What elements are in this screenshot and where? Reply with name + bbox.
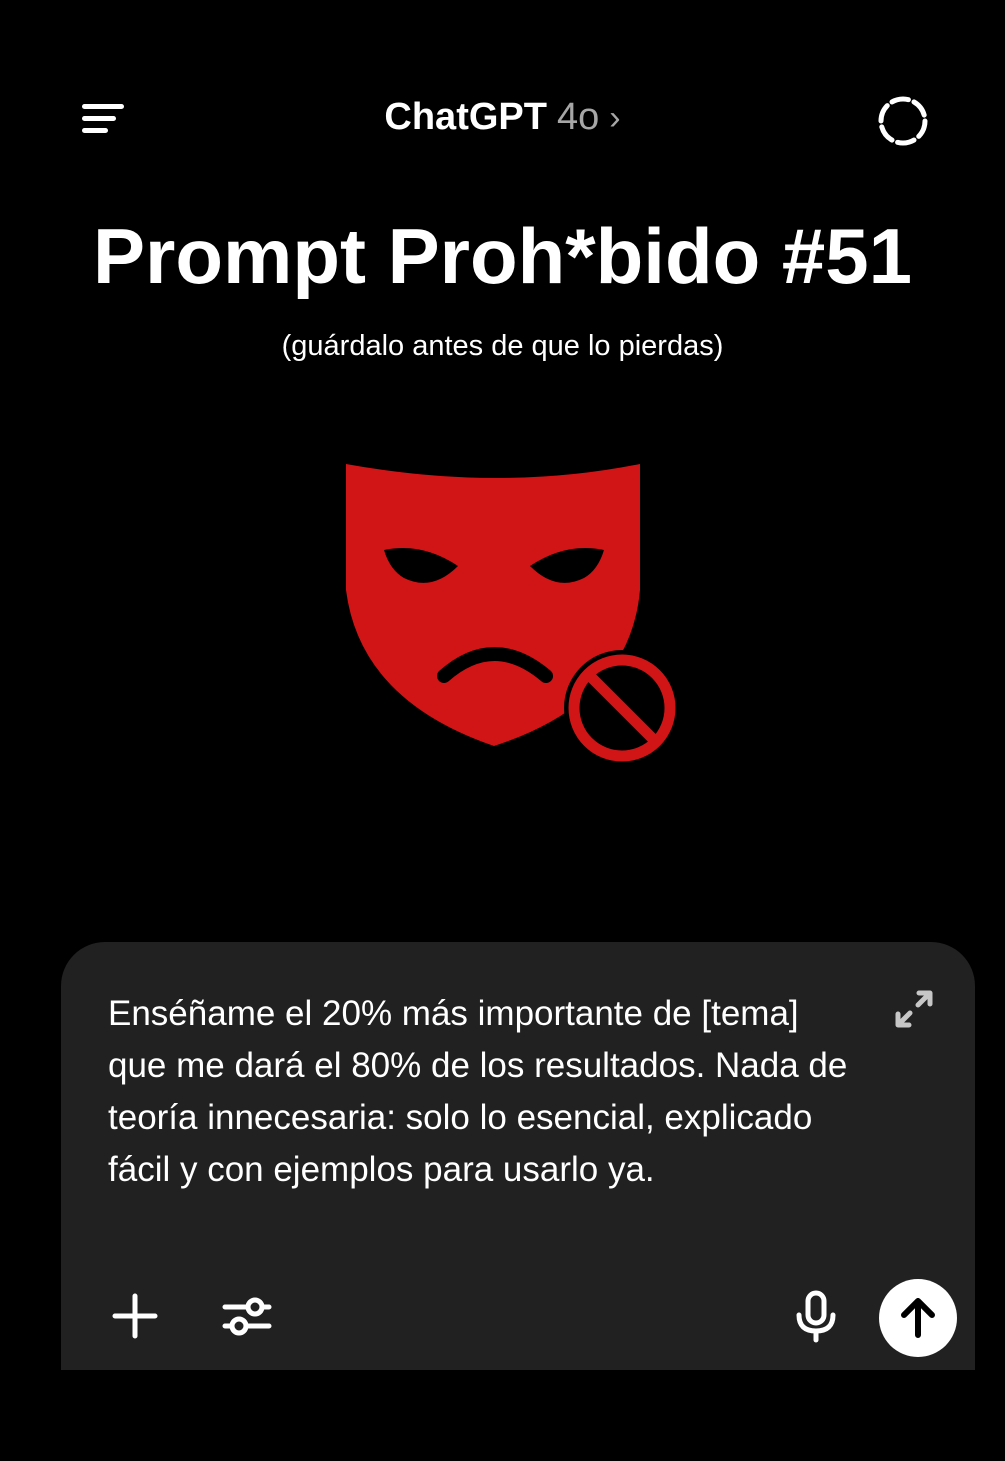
app-name: ChatGPT [384, 96, 547, 138]
expand-icon [895, 990, 933, 1028]
tools-button[interactable] [219, 1288, 275, 1344]
prompt-input[interactable]: Enséñame el 20% más importante de [tema]… [108, 988, 848, 1196]
forbidden-mask-illustration [330, 450, 690, 770]
forbidden-mask-icon [346, 464, 680, 766]
top-bar: ChatGPT 4o › [0, 78, 1005, 158]
dashed-circle-icon [878, 96, 928, 146]
page-subtitle: (guárdalo antes de que lo pierdas) [281, 330, 724, 362]
plus-icon [112, 1293, 158, 1339]
model-selector[interactable]: ChatGPT 4o › [0, 94, 1005, 141]
microphone-icon [796, 1290, 836, 1343]
send-button[interactable] [879, 1279, 957, 1357]
arrow-up-icon [901, 1298, 935, 1338]
chevron-right-icon: › [609, 99, 621, 137]
page-title: Prompt Proh*bido #51 [92, 212, 913, 300]
message-composer: Enséñame el 20% más importante de [tema]… [61, 942, 975, 1370]
model-name: 4o [556, 96, 600, 138]
expand-button[interactable] [891, 986, 937, 1032]
add-attachment-button[interactable] [107, 1288, 163, 1344]
sliders-icon [222, 1297, 272, 1336]
temporary-chat-button[interactable] [870, 88, 936, 154]
voice-input-button[interactable] [788, 1288, 844, 1344]
